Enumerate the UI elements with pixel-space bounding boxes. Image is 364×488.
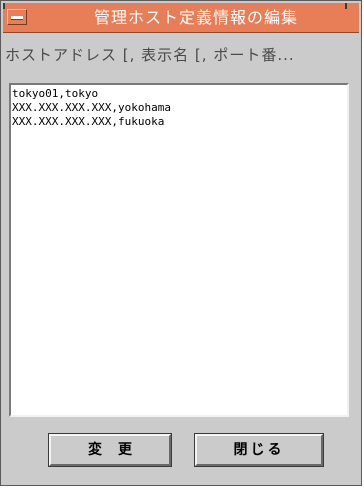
window-menu-icon[interactable] bbox=[7, 9, 27, 25]
window-title: 管理ホスト定義情報の編集 bbox=[93, 8, 298, 27]
change-button[interactable]: 変更 bbox=[48, 433, 172, 467]
close-button[interactable]: 閉じる bbox=[194, 433, 324, 467]
list-item[interactable]: tokyo01,tokyo bbox=[11, 87, 347, 101]
window-menu-bar-icon bbox=[11, 16, 23, 20]
list-item[interactable]: XXX.XXX.XXX.XXX,yokohama bbox=[11, 101, 347, 115]
host-definition-list[interactable]: tokyo01,tokyo XXX.XXX.XXX.XXX,yokohama X… bbox=[9, 83, 349, 417]
title-bar[interactable]: 管理ホスト定義情報の編集 bbox=[3, 3, 359, 33]
column-header-label: ホストアドレス [, 表示名 [, ポート番... bbox=[5, 46, 295, 64]
edit-managed-host-dialog: 管理ホスト定義情報の編集 ホストアドレス [, 表示名 [, ポート番... t… bbox=[0, 0, 362, 486]
title-bar-resize-mark-left bbox=[3, 3, 5, 9]
list-item[interactable]: XXX.XXX.XXX.XXX,fukuoka bbox=[11, 115, 347, 129]
